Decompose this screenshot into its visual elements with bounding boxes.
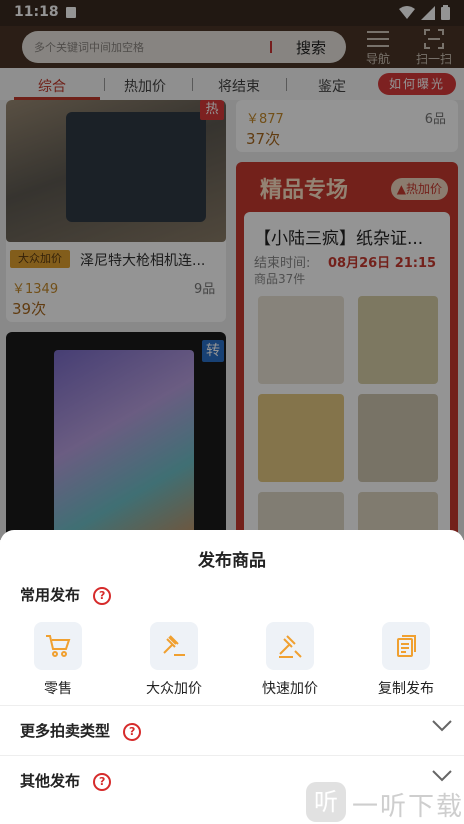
publish-sheet: 发布商品 常用发布 ? 零售 大众加价 快速加价 复制发布 更多拍卖类型 ? 其…: [0, 530, 464, 824]
gavel-fast-icon: [266, 622, 314, 670]
public-bid-label: 大众加价: [146, 681, 202, 697]
more-types-label: 更多拍卖类型 ?: [20, 720, 142, 741]
sheet-title: 发布商品: [198, 551, 266, 571]
more-types-row[interactable]: 更多拍卖类型 ?: [0, 706, 464, 754]
other-publish-text: 其他发布: [20, 772, 81, 790]
copy-publish-label: 复制发布: [378, 681, 434, 697]
fast-bid-option[interactable]: 快速加价: [242, 622, 338, 698]
other-publish-label: 其他发布 ?: [20, 770, 112, 791]
common-section-label: 常用发布: [20, 586, 81, 604]
cart-icon: [34, 622, 82, 670]
retail-option[interactable]: 零售: [10, 622, 106, 698]
chevron-down-icon: [432, 770, 452, 782]
watermark-text: 一听下载: [352, 792, 464, 822]
common-section: 常用发布 ?: [20, 584, 112, 605]
modal-backdrop[interactable]: [0, 0, 464, 540]
help-icon[interactable]: ?: [93, 772, 112, 791]
copy-icon: [382, 622, 430, 670]
copy-publish-option[interactable]: 复制发布: [358, 622, 454, 698]
gavel-icon: [150, 622, 198, 670]
help-icon[interactable]: ?: [123, 722, 142, 741]
retail-label: 零售: [44, 681, 72, 697]
public-bid-option[interactable]: 大众加价: [126, 622, 222, 698]
watermark: 听 一听下载: [306, 782, 464, 824]
chevron-down-icon: [432, 720, 452, 732]
help-icon[interactable]: ?: [93, 586, 112, 605]
more-types-text: 更多拍卖类型: [20, 722, 111, 740]
watermark-logo: 听: [306, 782, 346, 822]
fast-bid-label: 快速加价: [262, 681, 318, 697]
